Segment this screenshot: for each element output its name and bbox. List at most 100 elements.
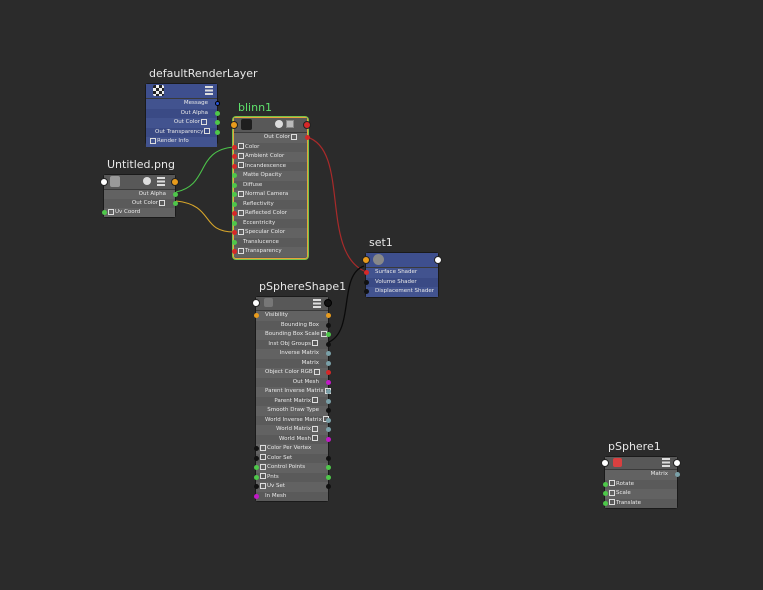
mesh-shape-icon (264, 298, 273, 307)
port-object-color-rgb[interactable] (325, 370, 331, 376)
header-out-port[interactable] (324, 299, 332, 307)
port-uv-set[interactable] (253, 484, 259, 490)
port-volume-shader[interactable] (363, 279, 369, 285)
port-translate[interactable] (602, 500, 608, 506)
port-transparency[interactable] (231, 249, 237, 255)
attr-pnts: Pnts (253, 472, 331, 482)
header-in-port[interactable] (362, 256, 370, 264)
node-untitled-png[interactable]: Out Alpha Out Color Uv Coord (100, 174, 179, 218)
port-matrix[interactable] (674, 472, 680, 478)
port-world-matrix[interactable] (325, 427, 331, 433)
port-translucence[interactable] (231, 239, 237, 245)
attr-color: Color (231, 142, 307, 152)
expand-icon[interactable] (286, 120, 294, 128)
port-inverse-matrix[interactable] (325, 351, 331, 357)
wire-blinn-outcolor-to-set1[interactable] (306, 136, 365, 272)
swatch-icon[interactable] (275, 120, 283, 128)
port-out-mesh[interactable] (325, 379, 331, 385)
attr-reflected-color: Reflected Color (231, 209, 307, 219)
header-out-port[interactable] (434, 256, 442, 264)
attr-world-mesh: World Mesh (256, 434, 331, 444)
attr-reflectivity: Reflectivity (231, 199, 307, 209)
attr-out-transparency: Out Transparency (146, 127, 220, 137)
attr-bounding-box: Bounding Box (256, 320, 331, 330)
attr-diffuse: Diffuse (231, 180, 307, 190)
header-out-port[interactable] (303, 121, 311, 129)
header-in-port[interactable] (100, 178, 108, 186)
swatch-icon[interactable] (143, 177, 151, 185)
port-incandescence[interactable] (231, 163, 237, 169)
port-out-alpha[interactable] (214, 110, 220, 116)
port-control-points[interactable] (253, 465, 259, 471)
attr-normal-camera: Normal Camera (231, 190, 307, 200)
port-color-set[interactable] (253, 455, 259, 461)
wire-untitled-outcolor-to-blinn[interactable] (175, 146, 235, 193)
port-normal-camera[interactable] (231, 192, 237, 198)
menu-icon[interactable] (662, 458, 670, 467)
node-defaultrenderlayer[interactable]: Message Out Alpha Out Color Out Transpar… (145, 83, 220, 147)
port-matte-opacity[interactable] (231, 173, 237, 179)
header-in-port[interactable] (601, 459, 609, 467)
file-texture-icon (110, 176, 120, 187)
port-visibility[interactable] (253, 313, 259, 319)
port-parent-matrix[interactable] (325, 398, 331, 404)
attr-out-alpha: Out Alpha (146, 108, 220, 118)
port-surface-shader[interactable] (363, 270, 369, 276)
header-out-port[interactable] (171, 178, 179, 186)
port-out-color[interactable] (304, 135, 310, 141)
attr-message: Message (146, 99, 220, 109)
port-pnts[interactable] (253, 474, 259, 480)
port-parent-inverse-matrix[interactable] (325, 389, 331, 395)
port-world-mesh[interactable] (325, 436, 331, 442)
node-psphereshape1[interactable]: Visibility Bounding Box Bounding Box Sca… (252, 296, 332, 502)
attr-bounding-box-scale: Bounding Box Scale (256, 330, 331, 340)
attr-translucence: Translucence (231, 237, 307, 247)
port-message[interactable] (214, 101, 220, 107)
port-world-inverse-matrix[interactable] (325, 417, 331, 423)
port-out-alpha[interactable] (172, 192, 178, 198)
render-layer-checker-icon (153, 85, 164, 96)
port-specular-color[interactable] (231, 230, 237, 236)
port-matrix[interactable] (325, 360, 331, 366)
header-in-port[interactable] (230, 121, 238, 129)
attr-visibility: Visibility (253, 311, 331, 321)
port-inst-obj-groups[interactable] (325, 341, 331, 347)
port-uv-coord[interactable] (101, 210, 107, 216)
port-reflectivity[interactable] (231, 201, 237, 207)
port-in-mesh[interactable] (253, 493, 259, 499)
blinn-material-icon (241, 119, 252, 130)
port-out-transparency[interactable] (214, 129, 220, 135)
port-reflected-color[interactable] (231, 211, 237, 217)
port-diffuse[interactable] (231, 182, 237, 188)
attr-specular-color: Specular Color (231, 228, 307, 238)
menu-icon[interactable] (157, 177, 165, 186)
node-psphere1[interactable]: Matrix Rotate Scale Translate (601, 456, 681, 509)
port-rotate[interactable] (602, 481, 608, 487)
port-color[interactable] (231, 144, 237, 150)
port-displacement-shader[interactable] (363, 289, 369, 295)
menu-icon[interactable] (313, 299, 321, 308)
wire-untitled-outalpha-to-blinn[interactable] (175, 200, 235, 233)
port-bounding-box[interactable] (325, 322, 331, 328)
header-out-port[interactable] (673, 459, 681, 467)
port-out-color[interactable] (214, 120, 220, 126)
port-bounding-box-scale[interactable] (325, 332, 331, 338)
attr-render-info: Render Info (146, 137, 217, 147)
attr-matrix: Matrix (605, 470, 680, 480)
menu-icon[interactable] (205, 86, 213, 95)
header-in-port[interactable] (252, 299, 260, 307)
port-smooth-draw-type[interactable] (325, 408, 331, 414)
node-blinn1[interactable]: Out Color Color Ambient Color Incandesce… (230, 117, 311, 259)
attr-uv-set: Uv Set (253, 482, 331, 492)
node-title-blinn1: blinn1 (238, 101, 273, 114)
port-color-per-vertex[interactable] (253, 446, 259, 452)
port-eccentricity[interactable] (231, 220, 237, 226)
port-ambient-color[interactable] (231, 154, 237, 160)
attr-uv-coord: Uv Coord (101, 208, 175, 217)
wire-shape-to-set1[interactable] (328, 265, 365, 343)
node-set1[interactable]: Surface Shader Volume Shader Displacemen… (362, 252, 442, 298)
attr-color-per-vertex: Color Per Vertex (253, 444, 328, 454)
port-scale[interactable] (602, 491, 608, 497)
port-out-color[interactable] (172, 201, 178, 207)
shading-group-icon (373, 254, 384, 265)
